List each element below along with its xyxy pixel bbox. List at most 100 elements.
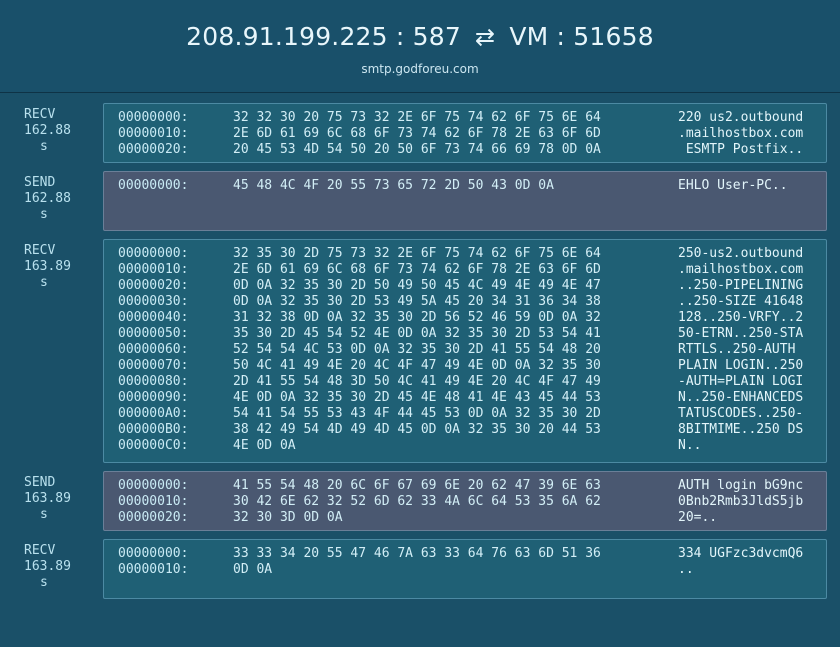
recv-payload-block[interactable]: 00000000: 32 32 30 20 75 73 32 2E 6F 75 7… — [103, 103, 827, 163]
hex-offset: 000000C0: — [118, 438, 189, 453]
packet-time: 163.89 — [24, 559, 71, 574]
ascii-text: .mailhostbox.com — [678, 126, 804, 141]
ascii-text: ..250-PIPELINING — [678, 278, 804, 293]
hex-bytes: 41 55 54 48 20 6C 6F 67 69 6E 20 62 47 3… — [233, 478, 601, 493]
packet-time: 162.88 — [24, 191, 71, 206]
ascii-text: TATUSCODES..250- — [678, 406, 804, 421]
packet-time: 163.89 — [24, 259, 71, 274]
hex-offset: 00000030: — [118, 294, 189, 309]
hex-bytes: 2D 41 55 54 48 3D 50 4C 41 49 4E 20 4C 4… — [233, 374, 601, 389]
hex-offset: 00000050: — [118, 326, 189, 341]
hex-bytes: 35 30 2D 45 54 52 4E 0D 0A 32 35 30 2D 5… — [233, 326, 601, 341]
ascii-text: N.. — [678, 438, 702, 453]
direction-label: SEND — [24, 175, 56, 190]
hex-bytes: 50 4C 41 49 4E 20 4C 4F 47 49 4E 0D 0A 3… — [233, 358, 601, 373]
hex-offset: 000000B0: — [118, 422, 189, 437]
ascii-text: AUTH login bG9nc — [678, 478, 804, 493]
ascii-text: 20=.. — [678, 510, 718, 525]
packet-direction: RECV 163.89 s — [24, 543, 84, 591]
ascii-text: 250-us2.outbound — [678, 246, 804, 261]
packet-direction: RECV 162.88 s — [24, 107, 84, 155]
hex-offset: 00000000: — [118, 546, 189, 561]
ascii-text: 50-ETRN..250-STA — [678, 326, 804, 341]
hex-offset: 00000020: — [118, 510, 189, 525]
ascii-text: N..250-ENHANCEDS — [678, 390, 804, 405]
hex-offset: 00000000: — [118, 110, 189, 125]
server-hostname: smtp.godforeu.com — [361, 62, 479, 76]
direction-label: SEND — [24, 475, 56, 490]
time-unit: s — [40, 207, 48, 222]
ascii-text: -AUTH=PLAIN LOGI — [678, 374, 804, 389]
packet-direction: SEND 162.88 s — [24, 175, 84, 223]
ascii-text: 8BITMIME..250 DS — [678, 422, 804, 437]
hex-bytes: 4E 0D 0A 32 35 30 2D 45 4E 48 41 4E 43 4… — [233, 390, 601, 405]
hex-offset: 00000000: — [118, 246, 189, 261]
hex-offset: 00000070: — [118, 358, 189, 373]
hex-bytes: 32 30 3D 0D 0A — [233, 510, 343, 525]
ascii-text: EHLO User-PC.. — [678, 178, 788, 193]
recv-payload-block[interactable]: 00000000: 33 33 34 20 55 47 46 7A 63 33 6… — [103, 539, 827, 599]
packet-row: RECV 163.89 s 00000000: 33 33 34 20 55 47 46… — [0, 539, 840, 599]
hex-bytes: 45 48 4C 4F 20 55 73 65 72 2D 50 43 0D 0… — [233, 178, 554, 193]
ascii-text: RTTLS..250-AUTH — [678, 342, 804, 357]
hex-offset: 00000080: — [118, 374, 189, 389]
hex-bytes: 4E 0D 0A — [233, 438, 296, 453]
hex-offset: 00000020: — [118, 278, 189, 293]
hex-offset: 00000020: — [118, 142, 189, 157]
ascii-text: ESMTP Postfix.. — [678, 142, 804, 157]
hex-bytes: 20 45 53 4D 54 50 20 50 6F 73 74 66 69 7… — [233, 142, 601, 157]
hex-bytes: 52 54 54 4C 53 0D 0A 32 35 30 2D 41 55 5… — [233, 342, 601, 357]
hex-bytes: 0D 0A 32 35 30 2D 53 49 5A 45 20 34 31 3… — [233, 294, 601, 309]
hex-offset: 00000000: — [118, 178, 189, 193]
hex-bytes: 32 35 30 2D 75 73 32 2E 6F 75 74 62 6F 7… — [233, 246, 601, 261]
packet-direction: RECV 163.89 s — [24, 243, 84, 291]
direction-label: RECV — [24, 107, 56, 122]
ascii-text: PLAIN LOGIN..250 — [678, 358, 804, 373]
hex-bytes: 32 32 30 20 75 73 32 2E 6F 75 74 62 6F 7… — [233, 110, 601, 125]
packet-direction: SEND 163.89 s — [24, 475, 84, 523]
ascii-text: .mailhostbox.com — [678, 262, 804, 277]
hex-bytes: 38 42 49 54 4D 49 4D 45 0D 0A 32 35 30 2… — [233, 422, 601, 437]
hex-offset: 00000060: — [118, 342, 189, 357]
hex-offset: 00000010: — [118, 126, 189, 141]
local-endpoint: VM : 51658 — [509, 22, 654, 51]
hex-bytes: 30 42 6E 62 32 52 6D 62 33 4A 6C 64 53 3… — [233, 494, 601, 509]
connection-title: 208.91.199.225 : 587 ⇄ VM : 51658 — [0, 22, 840, 51]
hex-offset: 00000010: — [118, 562, 189, 577]
ascii-text: ..250-SIZE 41648 — [678, 294, 804, 309]
ascii-text: 0Bnb2Rmb3JldS5jb — [678, 494, 804, 509]
hex-offset: 000000A0: — [118, 406, 189, 421]
hex-bytes: 2E 6D 61 69 6C 68 6F 73 74 62 6F 78 2E 6… — [233, 262, 601, 277]
packet-row: RECV 163.89 s 00000000: 32 35 30 2D 75 73 32… — [0, 239, 840, 463]
ascii-text: .. — [678, 562, 694, 577]
ascii-text: 220 us2.outbound — [678, 110, 804, 125]
time-unit: s — [40, 139, 48, 154]
time-unit: s — [40, 275, 48, 290]
direction-label: RECV — [24, 543, 56, 558]
packet-row: RECV 162.88 s 00000000: 32 32 30 20 75 73 32… — [0, 103, 840, 163]
hex-offset: 00000000: — [118, 478, 189, 493]
bidirectional-arrows-icon: ⇄ — [475, 23, 496, 51]
hex-bytes: 33 33 34 20 55 47 46 7A 63 33 64 76 63 6… — [233, 546, 601, 561]
time-unit: s — [40, 575, 48, 590]
hex-offset: 00000040: — [118, 310, 189, 325]
hex-bytes: 2E 6D 61 69 6C 68 6F 73 74 62 6F 78 2E 6… — [233, 126, 601, 141]
send-payload-block[interactable]: 00000000: 41 55 54 48 20 6C 6F 67 69 6E 2… — [103, 471, 827, 531]
ascii-text: 334 UGFzc3dvcmQ6 — [678, 546, 804, 561]
direction-label: RECV — [24, 243, 56, 258]
hex-bytes: 0D 0A 32 35 30 2D 50 49 50 45 4C 49 4E 4… — [233, 278, 601, 293]
hex-offset: 00000090: — [118, 390, 189, 405]
remote-endpoint: 208.91.199.225 : 587 — [186, 22, 461, 51]
recv-payload-block[interactable]: 00000000: 32 35 30 2D 75 73 32 2E 6F 75 7… — [103, 239, 827, 463]
hex-offset: 00000010: — [118, 262, 189, 277]
hex-bytes: 31 32 38 0D 0A 32 35 30 2D 56 52 46 59 0… — [233, 310, 601, 325]
packet-row: SEND 163.89 s 00000000: 41 55 54 48 20 6C 6F… — [0, 471, 840, 531]
packet-time: 162.88 — [24, 123, 71, 138]
hex-offset: 00000010: — [118, 494, 189, 509]
packet-log[interactable]: RECV 162.88 s 00000000: 32 32 30 20 75 73 32… — [0, 93, 840, 647]
hex-bytes: 54 41 54 55 53 43 4F 44 45 53 0D 0A 32 3… — [233, 406, 601, 421]
send-payload-block[interactable]: 00000000: 45 48 4C 4F 20 55 73 65 72 2D 5… — [103, 171, 827, 231]
packet-row: SEND 162.88 s 00000000: 45 48 4C 4F 20 55 73… — [0, 171, 840, 231]
time-unit: s — [40, 507, 48, 522]
packet-time: 163.89 — [24, 491, 71, 506]
